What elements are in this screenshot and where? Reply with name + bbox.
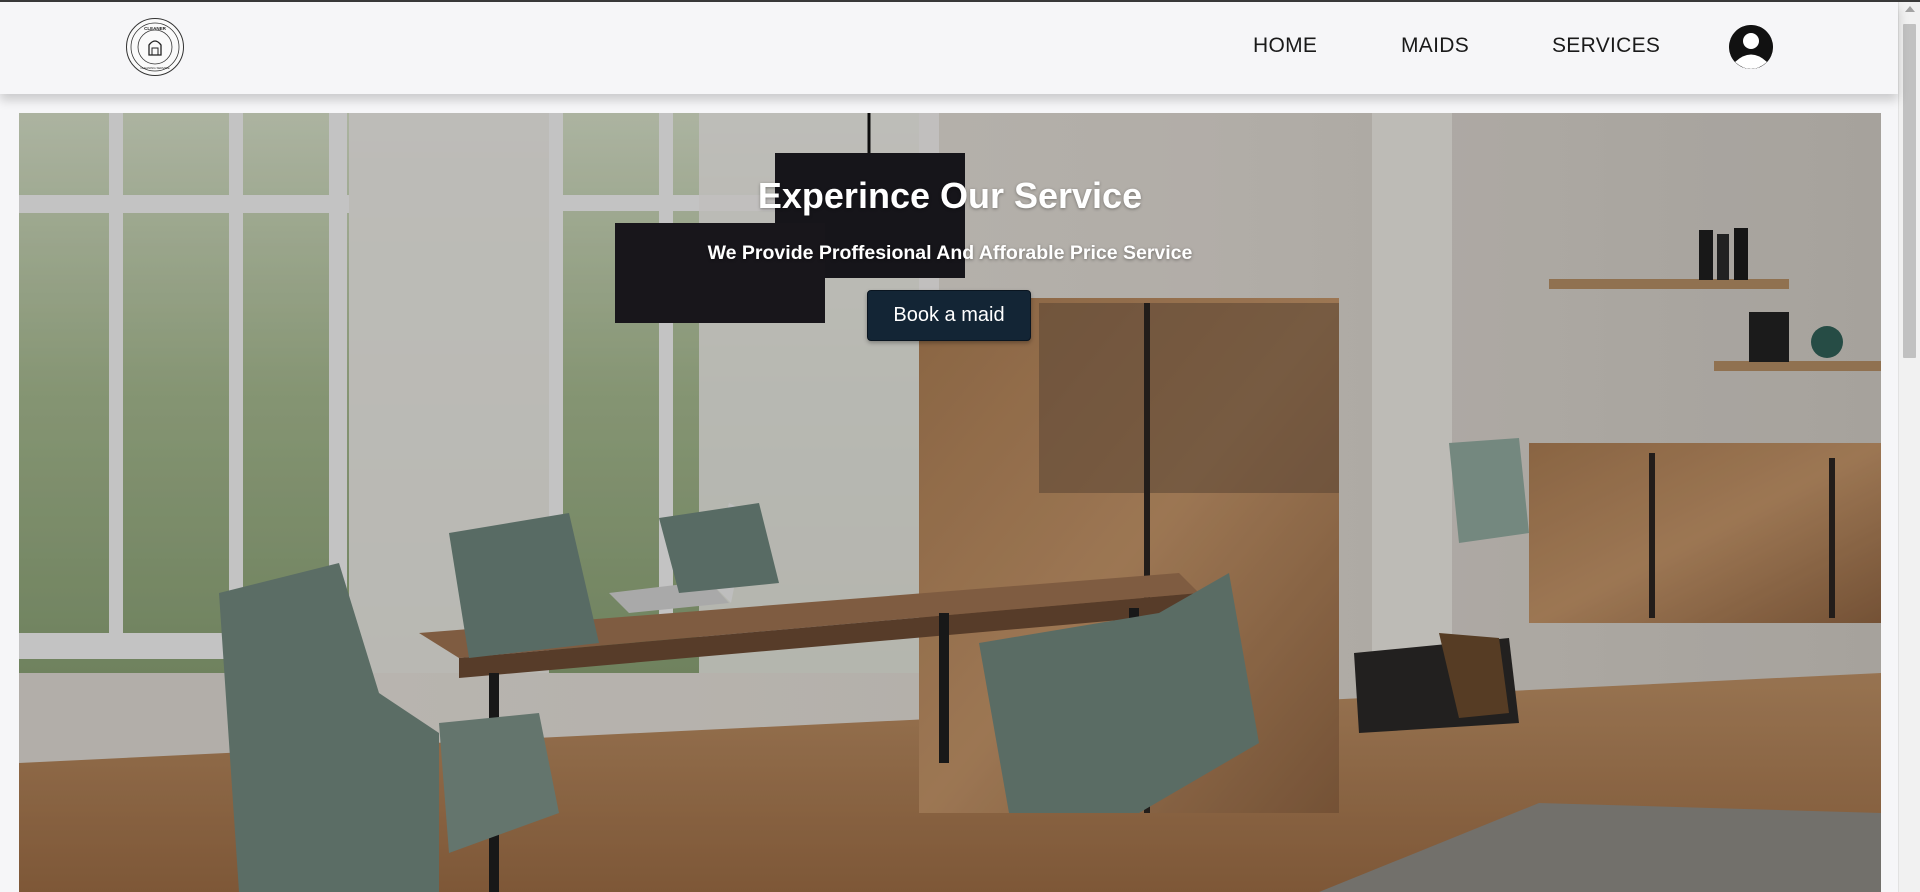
hero-dim-overlay [19,113,1881,892]
brand-logo[interactable]: CLEANER CLEANING SERVICE [126,18,184,76]
hero-subtitle: We Provide Proffesional And Afforable Pr… [707,242,1193,264]
svg-text:CLEANING SERVICE: CLEANING SERVICE [140,66,169,70]
user-circle-icon [1729,25,1773,69]
book-a-maid-button[interactable]: Book a maid [867,290,1031,341]
nav-home-link[interactable]: HOME [1253,34,1317,58]
hero-title: Experince Our Service [757,175,1143,216]
hero-banner: Experince Our Service We Provide Proffes… [19,113,1881,892]
nav-services-link[interactable]: SERVICES [1552,34,1660,58]
svg-text:CLEANER: CLEANER [144,26,167,31]
cleaner-logo-icon: CLEANER CLEANING SERVICE [130,22,180,72]
profile-avatar-button[interactable] [1729,25,1773,69]
navbar: CLEANER CLEANING SERVICE HOME MAIDS SERV… [0,2,1898,94]
page-scrollbar[interactable] [1898,2,1920,892]
scrollbar-thumb[interactable] [1903,24,1916,358]
nav-maids-link[interactable]: MAIDS [1401,34,1469,58]
scroll-up-arrow-icon[interactable] [1905,6,1915,12]
